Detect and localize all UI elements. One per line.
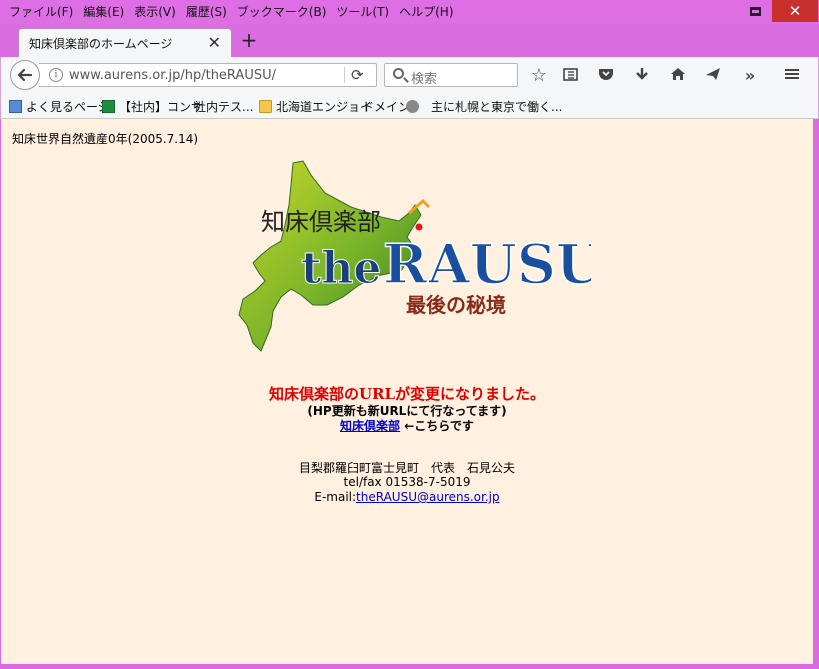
logo-top-text: 知床倶楽部 (261, 208, 381, 236)
reload-icon[interactable]: ⟳ (351, 66, 364, 84)
email-label: E-mail: (314, 490, 357, 504)
email-link[interactable]: theRAUSU@aurens.or.jp (356, 490, 500, 504)
bookmark-label: よく見るページ (26, 100, 110, 114)
maximize-button[interactable] (742, 0, 768, 22)
bookmark-page-icon (9, 100, 22, 113)
bookmark-item[interactable]: 社内テス... (194, 98, 253, 115)
close-window-button[interactable]: ✕ (772, 0, 818, 22)
bookmark-label: 【社内】コンサ (119, 100, 204, 114)
tab-close-icon[interactable]: ✕ (208, 33, 221, 52)
menu-file[interactable]: ファイル(F) (4, 2, 78, 22)
window-bottom-border (0, 664, 819, 669)
url-divider (344, 67, 345, 83)
url-changed-notice: 知床倶楽部のURLが変更になりました。 (268, 385, 546, 403)
search-placeholder: 検索 (411, 72, 438, 87)
new-site-link[interactable]: 知床倶楽部 (340, 419, 400, 433)
bookmark-label: ドメイン (362, 100, 411, 114)
logo-sub-text: 最後の秘境 (406, 293, 506, 317)
nav-bar: i www.aurens.or.jp/hp/theRAUSU/ ⟳ 検索 ☆ » (0, 57, 819, 94)
bookmark-item[interactable]: ドメイン (362, 98, 410, 115)
bookmarks-toolbar: よく見るページ 【社内】コンサ 社内テス... 北海道エンジョイ ドメイン 主に… (0, 94, 819, 119)
hamburger-menu-icon[interactable] (781, 65, 803, 87)
download-icon[interactable] (631, 65, 653, 87)
home-icon[interactable] (667, 65, 689, 87)
search-icon (393, 68, 404, 79)
search-box[interactable]: 検索 (384, 63, 518, 87)
bookmark-item[interactable]: 北海道エンジョイ (259, 98, 372, 115)
url-bar[interactable]: i www.aurens.or.jp/hp/theRAUSU/ ⟳ (39, 63, 377, 87)
back-arrow-icon (17, 68, 33, 82)
send-icon[interactable] (702, 65, 724, 87)
new-site-link-row: 知床倶楽部 ←こちらです (1, 417, 813, 434)
new-tab-button[interactable]: + (238, 29, 260, 51)
folder-icon (259, 100, 272, 113)
bookmark-item[interactable]: 主に札幌と東京で働く... (406, 98, 562, 115)
menu-help[interactable]: ヘルプ(H) (394, 2, 458, 22)
bookmark-item[interactable]: よく見るページ (9, 98, 110, 115)
page-content: 知床世界自然遺産0年(2005.7.14) 知床倶楽部 the RAUSU 最後… (1, 119, 813, 664)
menu-tools[interactable]: ツール(T) (331, 2, 394, 22)
back-button[interactable] (10, 60, 40, 90)
tab-active[interactable]: 知床倶楽部のホームページ ✕ (18, 28, 232, 57)
rausu-logo: 知床倶楽部 the RAUSU 最後の秘境 (238, 160, 591, 352)
bookmark-label: 社内テス... (194, 100, 254, 114)
address-line: 目梨郡羅臼町富士見町 代表 石見公夫 (298, 461, 515, 475)
heritage-caption: 知床世界自然遺産0年(2005.7.14) (12, 132, 199, 146)
menu-view[interactable]: 表示(V) (129, 2, 181, 22)
link-suffix-text: ←こちらです (400, 419, 474, 433)
bookmark-item[interactable]: 【社内】コンサ (102, 98, 203, 115)
pocket-icon[interactable] (595, 65, 617, 87)
tab-title: 知床倶楽部のホームページ (29, 37, 173, 51)
close-icon: ✕ (788, 2, 802, 20)
window-right-border (813, 119, 819, 664)
globe-icon (406, 100, 419, 113)
overflow-chevron-icon[interactable]: » (739, 65, 761, 87)
tel-line: tel/fax 01538-7-5019 (343, 475, 471, 489)
spreadsheet-icon (102, 100, 115, 113)
title-bar: ファイル(F) 編集(E) 表示(V) 履歴(S) ブックマーク(B) ツール(… (0, 0, 819, 24)
bookmark-label: 北海道エンジョイ (276, 100, 373, 114)
menu-history[interactable]: 履歴(S) (181, 2, 232, 22)
star-icon[interactable]: ☆ (528, 65, 550, 87)
bookmark-label: 主に札幌と東京で働く... (431, 100, 563, 114)
menu-bar: ファイル(F) 編集(E) 表示(V) 履歴(S) ブックマーク(B) ツール(… (4, 2, 459, 22)
logo-the-text: the (301, 243, 381, 294)
info-icon[interactable]: i (49, 68, 63, 82)
url-text[interactable]: www.aurens.or.jp/hp/theRAUSU/ (69, 68, 276, 83)
logo-rausu-text: RAUSU (383, 232, 591, 296)
reader-list-icon[interactable] (559, 65, 581, 87)
menu-bookmarks[interactable]: ブックマーク(B) (232, 2, 332, 22)
maximize-icon (749, 6, 761, 16)
menu-edit[interactable]: 編集(E) (78, 2, 129, 22)
email-line: E-mail:theRAUSU@aurens.or.jp (1, 490, 813, 504)
tab-strip: 知床倶楽部のホームページ ✕ + (0, 24, 819, 57)
